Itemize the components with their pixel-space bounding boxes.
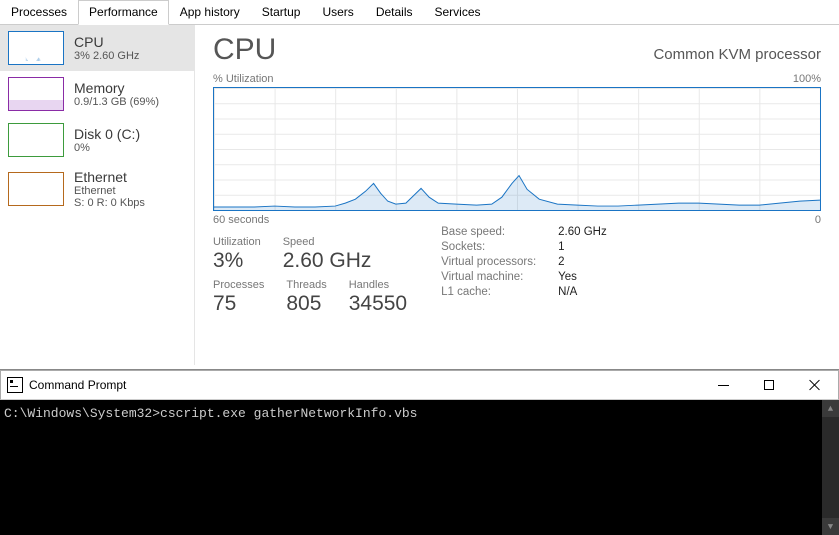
- info-val-sockets: 1: [558, 241, 607, 253]
- sidebar-item-disk[interactable]: Disk 0 (C:) 0%: [0, 117, 194, 163]
- stat-label: Processes: [213, 279, 264, 291]
- info-val-vm: Yes: [558, 271, 607, 283]
- page-title: CPU: [213, 33, 276, 67]
- chart-label-bottomleft: 60 seconds: [213, 214, 269, 226]
- sidebar-item-memory[interactable]: Memory 0.9/1.3 GB (69%): [0, 71, 194, 117]
- info-val-basespeed: 2.60 GHz: [558, 226, 607, 238]
- processor-name: Common KVM processor: [653, 46, 821, 63]
- maximize-icon: [764, 380, 774, 390]
- scroll-down-icon[interactable]: ▼: [822, 518, 839, 535]
- cmd-icon: [7, 377, 23, 393]
- close-icon: [809, 379, 821, 391]
- info-val-l1: N/A: [558, 286, 607, 298]
- tab-performance[interactable]: Performance: [78, 0, 169, 25]
- stat-label: Utilization: [213, 236, 261, 248]
- tab-processes[interactable]: Processes: [0, 0, 78, 24]
- disk-thumb-icon: [8, 123, 64, 157]
- maximize-button[interactable]: [746, 371, 792, 399]
- tab-app-history[interactable]: App history: [169, 0, 251, 24]
- cmd-line: C:\Windows\System32>cscript.exe gatherNe…: [4, 406, 835, 421]
- tab-details[interactable]: Details: [365, 0, 424, 24]
- cmd-titlebar[interactable]: Command Prompt: [0, 370, 839, 400]
- cmd-body[interactable]: C:\Windows\System32>cscript.exe gatherNe…: [0, 400, 839, 535]
- perf-sidebar[interactable]: CPU 3% 2.60 GHz Memory 0.9/1.3 GB (69%) …: [0, 25, 195, 365]
- sidebar-item-sub2: S: 0 R: 0 Kbps: [74, 197, 145, 209]
- taskmgr-tabs: Processes Performance App history Startu…: [0, 0, 839, 25]
- scroll-up-icon[interactable]: ▲: [822, 400, 839, 417]
- sidebar-item-label: CPU: [74, 34, 139, 50]
- sidebar-item-sub: 0.9/1.3 GB (69%): [74, 96, 159, 108]
- stat-value-threads: 805: [286, 292, 326, 316]
- stat-label: Speed: [283, 236, 372, 248]
- stat-value-handles: 34550: [349, 292, 407, 316]
- cmd-scrollbar[interactable]: ▲ ▼: [822, 400, 839, 535]
- sidebar-item-sub: Ethernet: [74, 185, 145, 197]
- cmd-title: Command Prompt: [29, 378, 700, 392]
- stat-value-speed: 2.60 GHz: [283, 249, 372, 273]
- stat-value-utilization: 3%: [213, 249, 261, 273]
- ethernet-thumb-icon: [8, 172, 64, 206]
- cpu-utilization-chart[interactable]: [213, 87, 821, 211]
- sidebar-item-sub: 3% 2.60 GHz: [74, 50, 139, 62]
- info-key: Base speed:: [441, 226, 536, 238]
- memory-thumb-icon: [8, 77, 64, 111]
- stat-label: Handles: [349, 279, 407, 291]
- sidebar-item-cpu[interactable]: CPU 3% 2.60 GHz: [0, 25, 194, 71]
- sidebar-item-ethernet[interactable]: Ethernet Ethernet S: 0 R: 0 Kbps: [0, 163, 194, 215]
- cpu-info-table: Base speed: 2.60 GHz Sockets: 1 Virtual pr…: [441, 226, 607, 298]
- cmd-window: Command Prompt C:\Windows\System32>cscri…: [0, 369, 839, 535]
- cpu-thumb-icon: [8, 31, 64, 65]
- tab-services[interactable]: Services: [424, 0, 492, 24]
- chart-label-topleft: % Utilization: [213, 73, 274, 85]
- sidebar-item-label: Ethernet: [74, 169, 145, 185]
- close-button[interactable]: [792, 371, 838, 399]
- cpu-detail-pane: CPU Common KVM processor % Utilization 1…: [195, 25, 839, 365]
- minimize-button[interactable]: [700, 371, 746, 399]
- performance-main: CPU 3% 2.60 GHz Memory 0.9/1.3 GB (69%) …: [0, 25, 839, 365]
- sidebar-item-label: Disk 0 (C:): [74, 126, 140, 142]
- info-key: Virtual machine:: [441, 271, 536, 283]
- chart-label-bottomright: 0: [815, 214, 821, 226]
- tab-users[interactable]: Users: [311, 0, 364, 24]
- info-key: Sockets:: [441, 241, 536, 253]
- stat-value-processes: 75: [213, 292, 264, 316]
- minimize-icon: [718, 385, 729, 386]
- sidebar-item-label: Memory: [74, 80, 159, 96]
- sidebar-item-sub: 0%: [74, 142, 140, 154]
- info-val-vprocs: 2: [558, 256, 607, 268]
- tab-startup[interactable]: Startup: [251, 0, 312, 24]
- info-key: L1 cache:: [441, 286, 536, 298]
- info-key: Virtual processors:: [441, 256, 536, 268]
- chart-label-topright: 100%: [793, 73, 821, 85]
- stat-label: Threads: [286, 279, 326, 291]
